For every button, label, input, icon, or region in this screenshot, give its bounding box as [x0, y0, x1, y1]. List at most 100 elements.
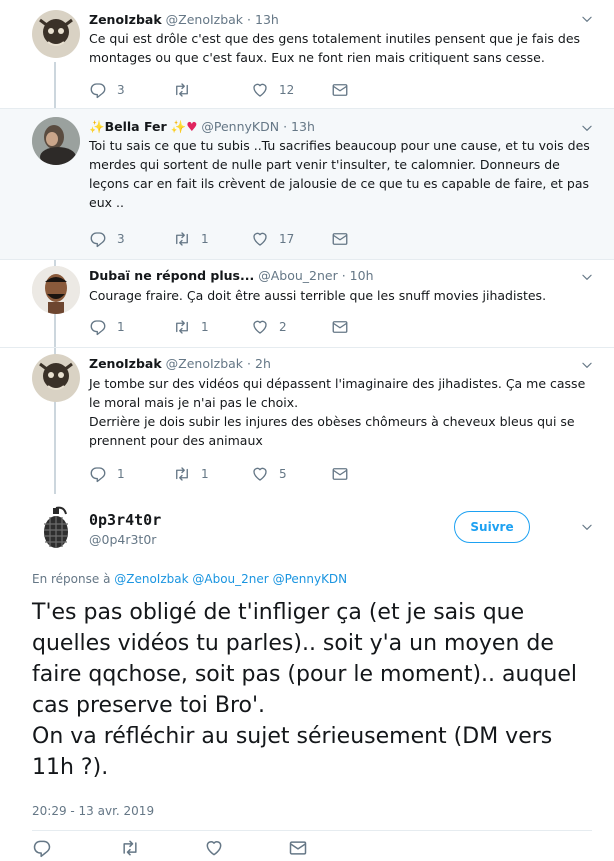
timestamp[interactable]: 2h — [255, 356, 271, 371]
reply-icon — [32, 838, 52, 858]
like-button[interactable] — [204, 838, 224, 858]
like-count: 17 — [279, 232, 295, 246]
retweet-icon — [173, 230, 191, 248]
like-button[interactable]: 5 — [251, 464, 287, 484]
like-button[interactable]: 2 — [251, 317, 287, 337]
reply-button[interactable]: 3 — [89, 229, 125, 249]
tweet-paragraph: Derrière je dois subir les injures des o… — [89, 414, 575, 448]
retweet-button[interactable]: 1 — [173, 317, 209, 337]
dm-button[interactable] — [331, 229, 349, 249]
like-icon — [251, 465, 269, 483]
dm-button[interactable] — [331, 80, 349, 100]
dm-icon — [288, 838, 308, 858]
reply-icon — [89, 465, 107, 483]
like-icon — [204, 838, 224, 858]
retweet-button[interactable]: 1 — [173, 229, 209, 249]
separator-dot: · — [247, 356, 252, 371]
like-button[interactable]: 17 — [251, 229, 294, 249]
tweet-paragraph: Courage fraire. Ça doit être aussi terri… — [89, 288, 547, 303]
reply-button[interactable]: 1 — [89, 464, 125, 484]
tweet-text: Toi tu sais ce que tu subis ..Tu sacrifi… — [89, 136, 594, 212]
like-count: 12 — [279, 83, 295, 97]
chevron-down-icon[interactable] — [580, 358, 594, 372]
avatar[interactable] — [32, 117, 80, 165]
follow-button[interactable]: Suivre — [454, 511, 530, 543]
retweet-icon — [173, 318, 191, 336]
user-handle[interactable]: @ZenoIzbak — [166, 12, 243, 27]
tweet-paragraph: Toi tu sais ce que tu subis ..Tu sacrifi… — [89, 138, 590, 210]
retweet-button[interactable]: 1 — [173, 464, 209, 484]
tweet-text: Ce qui est drôle c'est que des gens tota… — [89, 29, 594, 67]
reply-button[interactable] — [32, 838, 52, 858]
reply-icon — [89, 318, 107, 336]
main-timestamp[interactable]: 20:29 - 13 avr. 2019 — [32, 804, 154, 818]
tweet-text: Je tombe sur des vidéos qui dépassent l'… — [89, 374, 594, 450]
user-handle[interactable]: @PennyKDN — [201, 119, 279, 134]
like-count: 5 — [279, 467, 287, 481]
avatar[interactable] — [32, 266, 80, 314]
reply-button[interactable]: 3 — [89, 80, 125, 100]
sparkles-heart-icon: ✨♥ — [170, 119, 198, 134]
retweet-icon — [173, 81, 191, 99]
mention-link[interactable]: @ZenoIzbak — [114, 572, 188, 586]
dm-button[interactable] — [288, 838, 308, 858]
reply-count: 1 — [117, 320, 125, 334]
like-icon — [251, 81, 269, 99]
display-name[interactable]: Bella Fer — [105, 119, 167, 134]
reply-count: 3 — [117, 83, 125, 97]
main-tweet-text: T'es pas obligé de t'infliger ça (et je … — [32, 597, 592, 783]
avatar[interactable] — [32, 504, 80, 552]
user-handle[interactable]: @ZenoIzbak — [166, 356, 243, 371]
user-handle[interactable]: @Abou_2ner — [258, 268, 338, 283]
tweet-header: Dubaï ne répond plus... @Abou_2ner · 10h — [89, 268, 374, 283]
dm-button[interactable] — [331, 464, 349, 484]
like-button[interactable]: 12 — [251, 80, 294, 100]
timestamp[interactable]: 13h — [291, 119, 315, 134]
reply-context: En réponse à @ZenoIzbak @Abou_2ner @Penn… — [32, 572, 347, 586]
chevron-down-icon[interactable] — [580, 520, 594, 534]
reply-count: 1 — [117, 467, 125, 481]
dm-icon — [331, 230, 349, 248]
chevron-down-icon[interactable] — [580, 121, 594, 135]
display-name[interactable]: ZenoIzbak — [89, 12, 162, 27]
tweet-header: ZenoIzbak @ZenoIzbak · 13h — [89, 12, 279, 27]
retweet-button[interactable] — [120, 838, 140, 858]
display-name[interactable]: Dubaï ne répond plus... — [89, 268, 254, 283]
reply-prefix: En réponse à — [32, 572, 111, 586]
display-name[interactable]: 0p3r4t0r — [89, 511, 161, 529]
separator-dot: · — [247, 12, 252, 27]
reply-count: 3 — [117, 232, 125, 246]
avatar[interactable] — [32, 354, 80, 402]
tweet-paragraph: Ce qui est drôle c'est que des gens tota… — [89, 31, 581, 65]
tweet-paragraph: Je tombe sur des vidéos qui dépassent l'… — [89, 376, 586, 410]
dm-button[interactable] — [331, 317, 349, 337]
sparkles-icon: ✨ — [89, 119, 105, 134]
display-name[interactable]: ZenoIzbak — [89, 356, 162, 371]
tweet-1[interactable]: ZenoIzbak @ZenoIzbak · 13h Ce qui est dr… — [0, 0, 614, 108]
chevron-down-icon[interactable] — [580, 270, 594, 284]
reply-button[interactable]: 1 — [89, 317, 125, 337]
mention-link[interactable]: @PennyKDN — [273, 572, 348, 586]
tweet-header: ✨Bella Fer ✨♥ @PennyKDN · 13h — [89, 119, 315, 135]
retweet-count: 1 — [201, 232, 209, 246]
tweet-4[interactable]: ZenoIzbak @ZenoIzbak · 2h Je tombe sur d… — [0, 348, 614, 492]
timestamp[interactable]: 10h — [350, 268, 374, 283]
avatar[interactable] — [32, 10, 80, 58]
tweet-2[interactable]: ✨Bella Fer ✨♥ @PennyKDN · 13h Toi tu sai… — [0, 109, 614, 259]
like-icon — [251, 318, 269, 336]
tweet-text: Courage fraire. Ça doit être aussi terri… — [89, 286, 594, 305]
separator-dot: · — [283, 119, 288, 134]
chevron-down-icon[interactable] — [580, 12, 594, 26]
user-handle[interactable]: @0p4r3t0r — [89, 532, 156, 547]
retweet-count: 1 — [201, 467, 209, 481]
retweet-count: 1 — [201, 320, 209, 334]
separator-dot: · — [341, 268, 346, 283]
like-icon — [251, 230, 269, 248]
tweet-3[interactable]: Dubaï ne répond plus... @Abou_2ner · 10h… — [0, 260, 614, 347]
mention-link[interactable]: @Abou_2ner — [192, 572, 268, 586]
retweet-button[interactable] — [173, 80, 201, 100]
retweet-icon — [173, 465, 191, 483]
timestamp[interactable]: 13h — [255, 12, 279, 27]
divider — [32, 830, 592, 831]
tweet-paragraph: On va réfléchir au sujet sérieusement (D… — [32, 724, 553, 780]
